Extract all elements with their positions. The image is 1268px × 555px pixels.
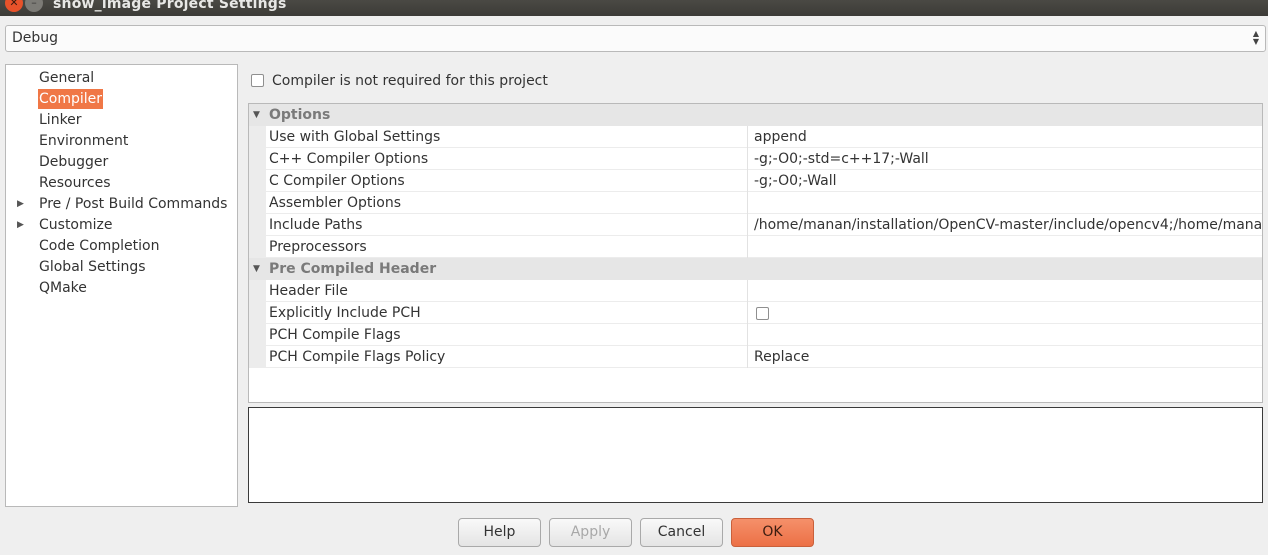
property-value[interactable] (747, 192, 1262, 214)
collapse-caret-icon[interactable]: ▼ (253, 258, 260, 280)
property-row[interactable]: C Compiler Options -g;-O0;-Wall (249, 170, 1262, 192)
configuration-select[interactable]: Debug ▲ ▼ (5, 25, 1266, 52)
nav-item-qmake[interactable]: QMake (38, 278, 88, 298)
property-description-pane (248, 407, 1263, 503)
property-row[interactable]: Include Paths /home/manan/installation/O… (249, 214, 1262, 236)
nav-item-general[interactable]: General (38, 68, 95, 88)
property-value[interactable]: -g;-O0;-std=c++17;-Wall (747, 148, 1262, 170)
nav-item-code-completion[interactable]: Code Completion (38, 236, 160, 256)
property-value[interactable]: append (747, 126, 1262, 148)
expand-arrow-icon[interactable]: ▶ (17, 194, 24, 214)
property-row[interactable]: Explicitly Include PCH (249, 302, 1262, 324)
property-name: C++ Compiler Options (269, 151, 429, 167)
property-row[interactable]: Assembler Options (249, 192, 1262, 214)
property-value[interactable] (747, 236, 1262, 258)
nav-item-compiler[interactable]: Compiler (38, 89, 104, 109)
property-name: PCH Compile Flags Policy (269, 349, 446, 365)
property-name: C Compiler Options (269, 173, 405, 189)
nav-item-environment[interactable]: Environment (38, 131, 129, 151)
section-label: Pre Compiled Header (269, 261, 437, 277)
property-value[interactable] (747, 324, 1262, 346)
property-value[interactable]: Replace (747, 346, 1262, 368)
help-button[interactable]: Help (458, 518, 541, 547)
explicit-include-pch-checkbox[interactable] (756, 307, 769, 320)
window-close-button[interactable]: ✕ (5, 0, 23, 12)
property-name: Header File (269, 283, 348, 299)
property-value[interactable]: /home/manan/installation/OpenCV-master/i… (747, 214, 1262, 236)
property-name: PCH Compile Flags (269, 327, 401, 343)
updown-arrows-icon: ▲ ▼ (1252, 29, 1259, 46)
property-row[interactable]: Header File (249, 280, 1262, 302)
property-name: Include Paths (269, 217, 363, 233)
property-value[interactable]: -g;-O0;-Wall (747, 170, 1262, 192)
property-row[interactable]: Preprocessors (249, 236, 1262, 258)
cancel-button[interactable]: Cancel (640, 518, 723, 547)
configuration-select-value: Debug (12, 30, 59, 46)
section-pre-compiled-header[interactable]: ▼ Pre Compiled Header (249, 258, 1262, 280)
property-row[interactable]: PCH Compile Flags (249, 324, 1262, 346)
compiler-property-grid: ▼ Options Use with Global Settings appen… (248, 103, 1263, 403)
nav-item-customize[interactable]: Customize (38, 215, 114, 235)
nav-item-linker[interactable]: Linker (38, 110, 83, 130)
property-row[interactable]: C++ Compiler Options -g;-O0;-std=c++17;-… (249, 148, 1262, 170)
compiler-not-required-label: Compiler is not required for this projec… (272, 73, 548, 89)
expand-arrow-icon[interactable]: ▶ (17, 215, 24, 235)
property-value[interactable] (747, 280, 1262, 302)
property-name: Assembler Options (269, 195, 402, 211)
window-minimize-button[interactable]: – (25, 0, 43, 12)
nav-item-pre-post-build-commands[interactable]: Pre / Post Build Commands (38, 194, 228, 214)
ok-button[interactable]: OK (731, 518, 814, 547)
nav-item-debugger[interactable]: Debugger (38, 152, 109, 172)
property-row[interactable]: PCH Compile Flags Policy Replace (249, 346, 1262, 368)
property-name: Preprocessors (269, 239, 367, 255)
property-name: Explicitly Include PCH (269, 305, 421, 321)
section-options[interactable]: ▼ Options (249, 104, 1262, 126)
compiler-not-required-checkbox[interactable] (251, 74, 264, 87)
property-value (747, 302, 1262, 324)
apply-button[interactable]: Apply (549, 518, 632, 547)
nav-item-global-settings[interactable]: Global Settings (38, 257, 147, 277)
section-label: Options (269, 107, 331, 123)
nav-item-resources[interactable]: Resources (38, 173, 112, 193)
property-name: Use with Global Settings (269, 129, 441, 145)
window-title: show_image Project Settings (53, 0, 287, 12)
collapse-caret-icon[interactable]: ▼ (253, 104, 260, 126)
property-row[interactable]: Use with Global Settings append (249, 126, 1262, 148)
settings-nav-tree: General Compiler Linker Environment Debugger… (5, 64, 238, 507)
title-bar: ✕ – show_image Project Settings (0, 0, 1268, 16)
